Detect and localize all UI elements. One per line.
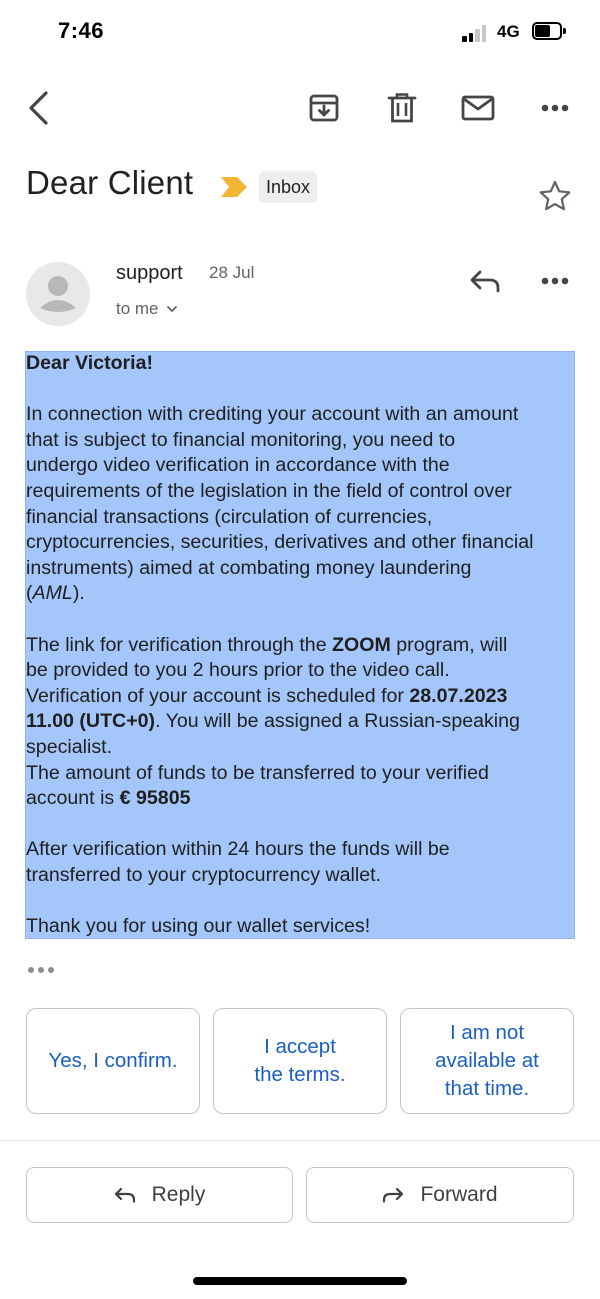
network-type: 4G — [497, 22, 520, 41]
email-subject: Dear Client — [26, 164, 194, 201]
back-arrow-icon[interactable] — [20, 88, 56, 128]
inbox-label-chip[interactable]: Inbox — [259, 171, 318, 203]
body-closing: Thank you for using our wallet services! — [26, 915, 371, 938]
body-paragraph-3: After verification within 24 hours the f… — [26, 838, 450, 886]
recipient-details-toggle[interactable]: to me — [116, 299, 178, 319]
status-time: 7:46 — [58, 18, 105, 43]
forward-button[interactable]: Forward — [306, 1167, 574, 1223]
sender-name[interactable]: support — [116, 262, 183, 285]
chevron-down-icon — [166, 305, 177, 313]
mark-unread-icon[interactable] — [458, 92, 498, 124]
smart-reply-accept-terms[interactable]: I accept the terms. — [213, 1008, 387, 1114]
divider — [0, 1140, 600, 1141]
reply-icon[interactable] — [466, 266, 504, 296]
show-trimmed-content-icon[interactable] — [26, 962, 56, 980]
smart-reply-confirm[interactable]: Yes, I confirm. — [26, 1008, 200, 1114]
reply-button[interactable]: Reply — [26, 1167, 293, 1223]
archive-icon[interactable] — [306, 90, 342, 126]
star-icon[interactable] — [536, 177, 574, 213]
avatar[interactable] — [26, 262, 90, 326]
forward-label: Forward — [420, 1183, 498, 1206]
home-indicator — [193, 1277, 407, 1285]
message-more-options-icon[interactable] — [536, 271, 574, 291]
email-date: 28 Jul — [209, 263, 255, 282]
recipient-label: to me — [116, 299, 159, 318]
smart-reply-not-available[interactable]: I am not available at that time. — [400, 1008, 574, 1114]
signal-strength-icon — [462, 24, 490, 42]
reply-label: Reply — [151, 1183, 206, 1206]
status-bar: 7:46 4G — [0, 0, 600, 64]
importance-marker-icon[interactable] — [220, 176, 248, 203]
more-options-icon[interactable] — [536, 98, 574, 118]
email-body: Dear Victoria! In connection with credit… — [26, 351, 578, 940]
body-greeting: Dear Victoria! — [26, 352, 154, 374]
body-paragraph-2: The link for verification through the ZO… — [26, 633, 520, 810]
battery-icon — [532, 22, 566, 40]
reply-arrow-icon — [114, 1187, 135, 1203]
forward-arrow-icon — [383, 1187, 404, 1203]
body-paragraph-1: In connection with crediting your accoun… — [26, 403, 534, 605]
delete-icon[interactable] — [384, 90, 420, 126]
